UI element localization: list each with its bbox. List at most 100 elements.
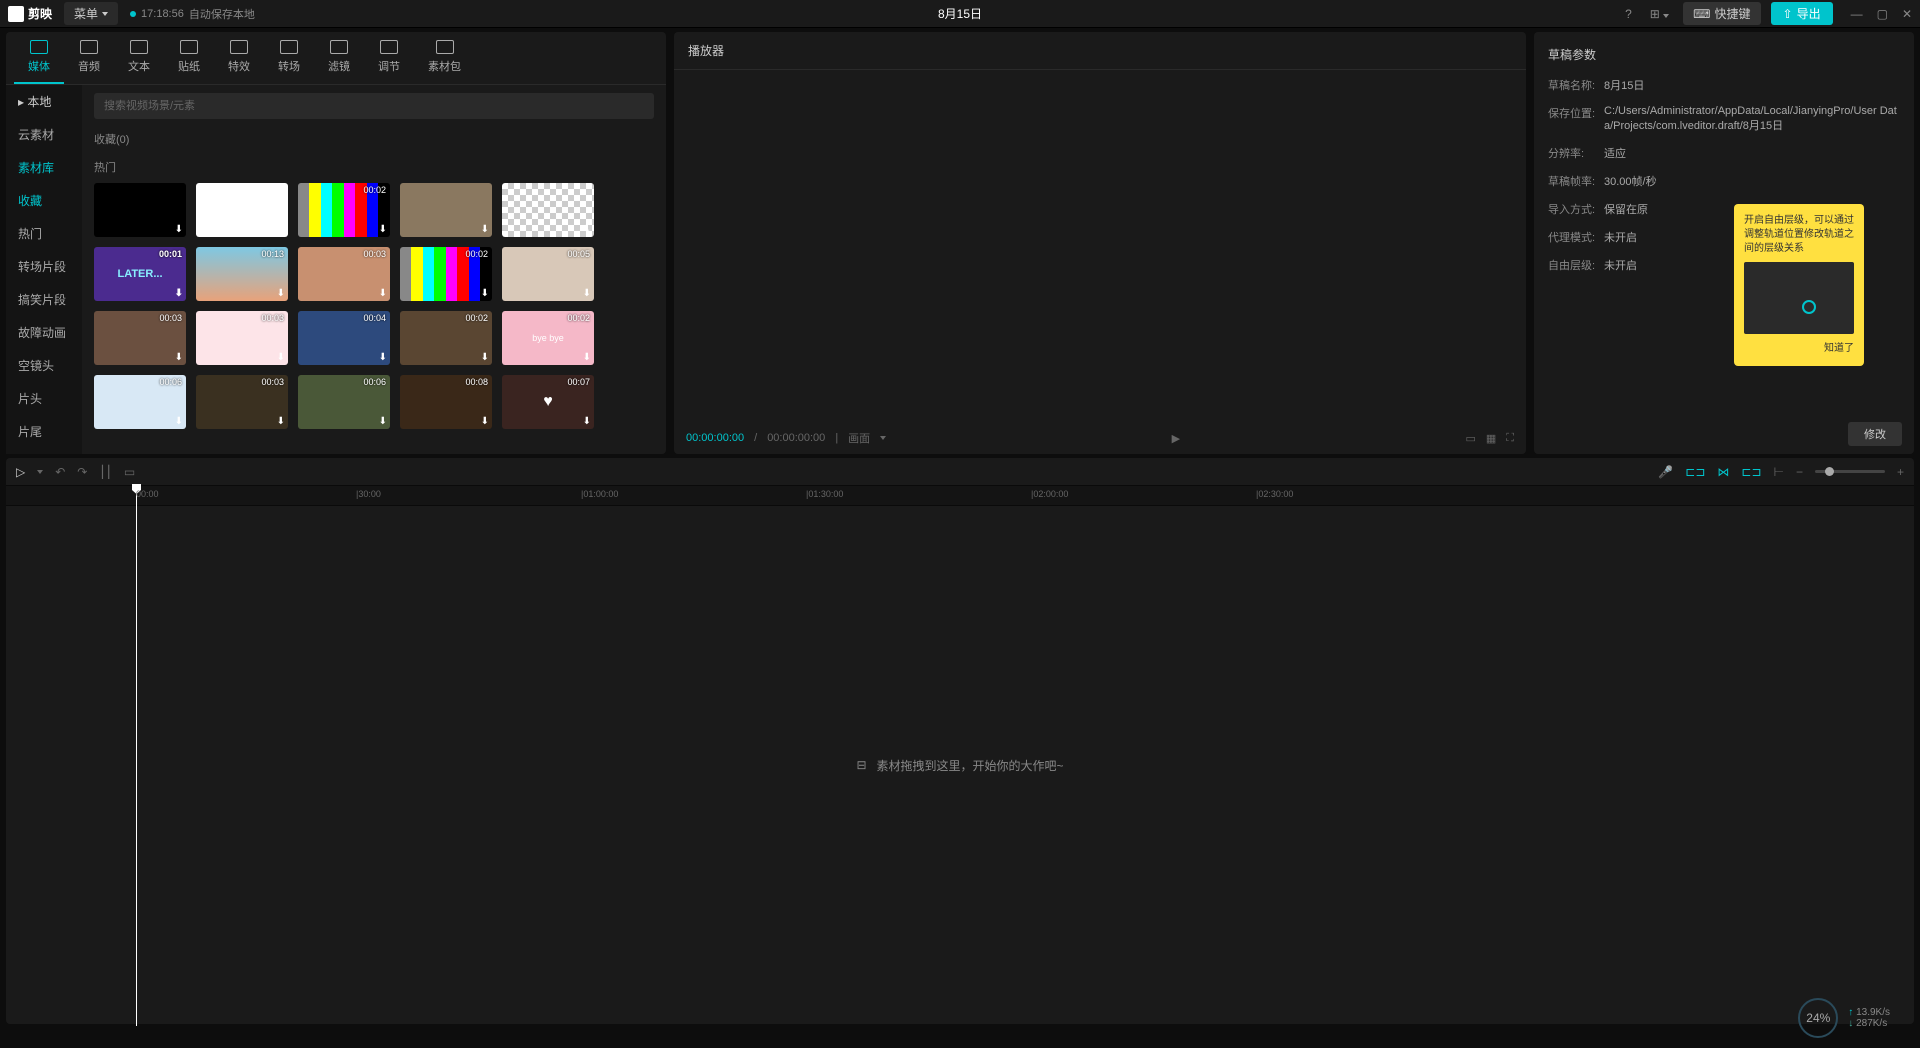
sidebar-item[interactable]: ▸ 本地 <box>6 85 82 118</box>
sidebar-item[interactable]: 故障动画 <box>6 316 82 349</box>
download-icon[interactable]: ⬇ <box>277 416 285 427</box>
thumb-duration: 00:13 <box>261 249 284 259</box>
sidebar-item[interactable]: 云素材 <box>6 118 82 151</box>
media-thumb[interactable]: 00:08⬇ <box>400 375 492 429</box>
player-scene[interactable]: 画面 <box>848 430 870 446</box>
menu-button[interactable]: 菜单 <box>64 2 118 25</box>
tooltip-ok-button[interactable]: 知道了 <box>1744 342 1854 356</box>
snap-icon[interactable]: ⊏⊐ <box>1741 465 1761 479</box>
media-thumb[interactable]: 00:02⬇ <box>400 311 492 365</box>
tab-音频[interactable]: 音频 <box>64 32 114 84</box>
tab-label: 滤镜 <box>328 58 350 74</box>
media-thumb[interactable]: 00:02⬇ <box>400 247 492 301</box>
sidebar-item[interactable]: 素材库 <box>6 151 82 184</box>
tab-转场[interactable]: 转场 <box>264 32 314 84</box>
download-icon[interactable]: ⬇ <box>277 352 285 363</box>
media-thumb[interactable]: 00:03⬇ <box>94 311 186 365</box>
tab-调节[interactable]: 调节 <box>364 32 414 84</box>
tab-滤镜[interactable]: 滤镜 <box>314 32 364 84</box>
close-icon[interactable]: ✕ <box>1902 7 1912 21</box>
modify-button[interactable]: 修改 <box>1848 422 1902 446</box>
download-icon[interactable]: ⬇ <box>481 416 489 427</box>
layout-icon[interactable]: ⊞ <box>1646 5 1673 23</box>
media-thumb[interactable]: 00:03⬇ <box>196 311 288 365</box>
tab-文本[interactable]: 文本 <box>114 32 164 84</box>
minimize-icon[interactable]: — <box>1851 7 1863 21</box>
shortcut-button[interactable]: ⌨ 快捷键 <box>1683 2 1760 25</box>
download-icon[interactable]: ⬇ <box>583 288 591 299</box>
download-icon[interactable]: ⬇ <box>175 224 183 235</box>
tab-特效[interactable]: 特效 <box>214 32 264 84</box>
thumb-duration: 00:06 <box>363 377 386 387</box>
mic-icon[interactable]: 🎤 <box>1658 465 1673 479</box>
media-thumb[interactable]: ⬇ <box>94 183 186 237</box>
media-thumb[interactable]: 00:05 ⬇ <box>502 247 594 301</box>
maximize-icon[interactable]: ▢ <box>1877 7 1888 21</box>
download-icon[interactable]: ⬇ <box>379 224 387 235</box>
download-icon[interactable]: ⬇ <box>379 352 387 363</box>
download-icon[interactable]: ⬇ <box>481 224 489 235</box>
media-thumb[interactable]: 00:03⬇ <box>196 375 288 429</box>
align-icon[interactable]: ⊢ <box>1774 465 1784 479</box>
timeline-ruler[interactable]: 00:00|30:00|01:00:00|01:30:00|02:00:00|0… <box>6 486 1914 506</box>
sidebar-item[interactable]: 片头 <box>6 382 82 415</box>
link-icon[interactable]: ⋈ <box>1717 465 1729 479</box>
media-thumb[interactable]: 00:03⬇ <box>298 247 390 301</box>
media-thumb[interactable]: 00:01⬇LATER... <box>94 247 186 301</box>
delete-icon[interactable]: ▭ <box>124 465 135 479</box>
tab-素材包[interactable]: 素材包 <box>414 32 475 84</box>
autosave-text: 自动保存本地 <box>189 6 255 22</box>
redo-icon[interactable]: ↷ <box>77 465 87 479</box>
media-thumb[interactable]: ⬇ <box>502 183 594 237</box>
tab-label: 特效 <box>228 58 250 74</box>
sidebar-item[interactable]: 转场片段 <box>6 250 82 283</box>
sidebar-item[interactable]: 搞笑片段 <box>6 283 82 316</box>
export-button[interactable]: ⇧ 导出 <box>1771 2 1833 25</box>
sidebar-item[interactable]: 片尾 <box>6 415 82 448</box>
media-thumb[interactable]: 00:06⬇ <box>94 375 186 429</box>
pointer-tool-icon[interactable]: ▷ <box>16 465 25 479</box>
download-icon[interactable]: ⬇ <box>481 352 489 363</box>
download-icon[interactable]: ⬇ <box>277 288 285 299</box>
media-thumb[interactable]: 00:13 ⬇ <box>196 247 288 301</box>
thumb-duration: 00:05 <box>567 249 590 259</box>
split-icon[interactable]: ⎮⎮ <box>99 465 112 479</box>
sidebar-item[interactable]: 收藏 <box>6 184 82 217</box>
media-thumb[interactable]: 00:04⬇ <box>298 311 390 365</box>
download-icon[interactable]: ⬇ <box>277 224 285 235</box>
tab-label: 贴纸 <box>178 58 200 74</box>
player-viewport <box>674 70 1526 422</box>
tab-媒体[interactable]: 媒体 <box>14 32 64 84</box>
magnet-icon[interactable]: ⊏⊐ <box>1685 465 1705 479</box>
undo-icon[interactable]: ↶ <box>55 465 65 479</box>
sidebar-item[interactable]: 空镜头 <box>6 349 82 382</box>
download-icon[interactable]: ⬇ <box>175 416 183 427</box>
zoom-out-icon[interactable]: − <box>1796 465 1803 479</box>
autosave-time: 17:18:56 <box>141 8 184 20</box>
help-icon[interactable]: ? <box>1621 5 1636 23</box>
media-thumb[interactable]: 00:02⬇ <box>298 183 390 237</box>
download-icon[interactable]: ⬇ <box>379 416 387 427</box>
timeline-tracks[interactable]: ⊟ 素材拖拽到这里，开始你的大作吧~ <box>6 506 1914 1024</box>
download-icon[interactable]: ⬇ <box>379 288 387 299</box>
media-thumb[interactable]: 00:07⬇♥ <box>502 375 594 429</box>
snapshot-icon[interactable]: ▭ <box>1465 432 1475 445</box>
params-panel: 草稿参数 草稿名称:8月15日保存位置:C:/Users/Administrat… <box>1534 32 1914 454</box>
play-icon[interactable]: ▶ <box>1172 432 1180 445</box>
media-thumb[interactable]: ⬇ <box>400 183 492 237</box>
player-title: 播放器 <box>674 32 1526 70</box>
download-icon[interactable]: ⬇ <box>175 352 183 363</box>
fullscreen-icon[interactable]: ⛶ <box>1506 432 1514 445</box>
sidebar-item[interactable]: 蒸汽波 <box>6 448 82 454</box>
media-thumb[interactable]: ⬇ <box>196 183 288 237</box>
download-icon[interactable]: ⬇ <box>481 288 489 299</box>
media-thumb[interactable]: 00:02⬇bye bye <box>502 311 594 365</box>
download-icon[interactable]: ⬇ <box>583 224 591 235</box>
zoom-in-icon[interactable]: + <box>1897 465 1904 479</box>
media-thumb[interactable]: 00:06 ⬇ <box>298 375 390 429</box>
ratio-icon[interactable]: ▦ <box>1486 432 1496 445</box>
search-input[interactable] <box>94 93 654 119</box>
zoom-slider[interactable] <box>1815 470 1885 473</box>
tab-贴纸[interactable]: 贴纸 <box>164 32 214 84</box>
sidebar-item[interactable]: 热门 <box>6 217 82 250</box>
